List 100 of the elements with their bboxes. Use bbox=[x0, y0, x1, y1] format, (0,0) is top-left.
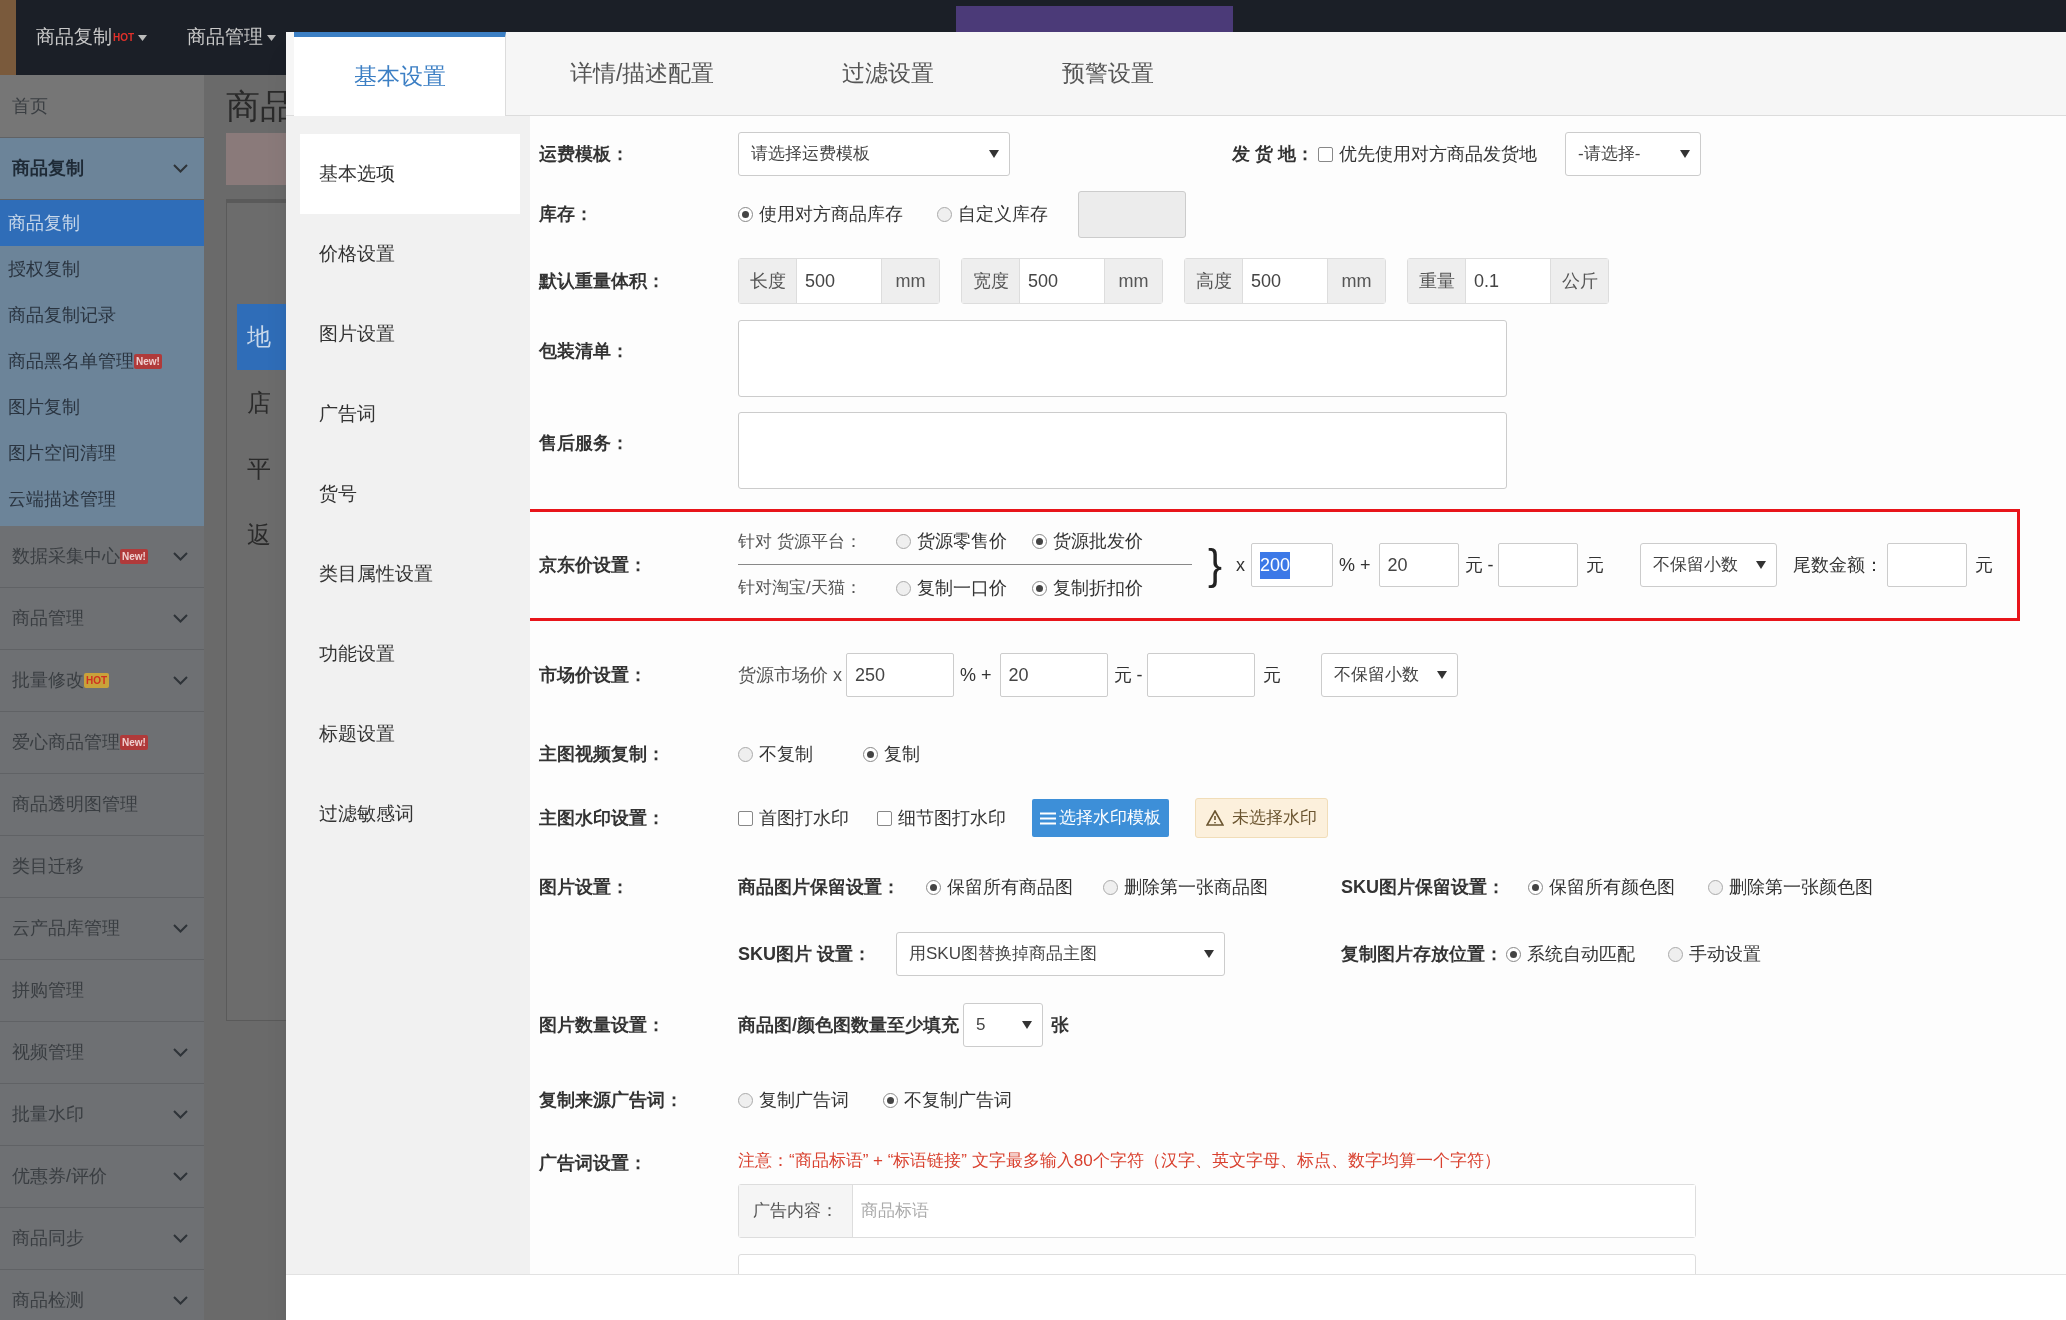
input-field[interactable]: 500 bbox=[1020, 259, 1104, 303]
input-field[interactable] bbox=[1886, 543, 1967, 587]
dropdown[interactable]: 用SKU图替换掉商品主图 bbox=[896, 932, 1225, 976]
checkbox[interactable] bbox=[877, 810, 892, 826]
option-label: 针对 货源平台： bbox=[738, 530, 863, 553]
chevron-down-icon bbox=[173, 676, 188, 685]
label-text: % + bbox=[1339, 553, 1371, 577]
field-label: SKU图片保留设置： bbox=[1341, 875, 1506, 899]
input-field[interactable]: 500 bbox=[1243, 259, 1327, 303]
settings-menu-item[interactable]: 过滤敏感词 bbox=[300, 774, 520, 854]
warning-icon bbox=[1206, 810, 1224, 826]
radio-button[interactable] bbox=[1103, 879, 1118, 895]
input-addon: 广告内容： bbox=[739, 1184, 853, 1237]
dropdown[interactable]: 不保留小数 bbox=[1320, 653, 1458, 697]
input-field[interactable]: 500 bbox=[797, 259, 881, 303]
warning-badge: 未选择水印 bbox=[1195, 798, 1328, 838]
brace-symbol: } bbox=[1208, 544, 1223, 586]
chevron-down-icon bbox=[173, 1110, 188, 1119]
radio-button[interactable] bbox=[896, 534, 911, 549]
field-label: 包装清单： bbox=[539, 340, 630, 363]
radio-button[interactable] bbox=[1528, 879, 1543, 895]
radio-label: 复制广告词 bbox=[759, 1088, 849, 1112]
label-text: 张 bbox=[1051, 1013, 1069, 1037]
dropdown[interactable]: 请选择运费模板 bbox=[738, 132, 1010, 176]
nav-menu[interactable]: 商品管理 bbox=[187, 23, 277, 52]
field-label: 运费模板： bbox=[539, 142, 630, 166]
radio-label: 保留所有颜色图 bbox=[1549, 875, 1675, 899]
radio-label: 使用对方商品库存 bbox=[759, 202, 903, 226]
label-text: 元 - bbox=[1113, 663, 1143, 687]
settings-menu-item[interactable]: 功能设置 bbox=[300, 614, 520, 694]
tab[interactable]: 预警设置 bbox=[998, 32, 1219, 115]
settings-menu-item[interactable]: 价格设置 bbox=[300, 214, 520, 294]
caret-icon bbox=[1436, 671, 1447, 679]
radio-label: 删除第一张颜色图 bbox=[1729, 875, 1873, 899]
radio-button[interactable] bbox=[863, 746, 878, 762]
label-text: 元 - bbox=[1464, 553, 1494, 577]
chevron-down-icon bbox=[173, 1048, 188, 1057]
radio-button[interactable] bbox=[926, 879, 941, 895]
label-text: 货源市场价 x bbox=[738, 663, 842, 687]
radio-button[interactable] bbox=[937, 206, 952, 222]
input-field[interactable]: 20 bbox=[1378, 543, 1459, 587]
radio-button[interactable] bbox=[738, 746, 753, 762]
dropdown[interactable]: 不保留小数 bbox=[1639, 543, 1777, 587]
caret-icon bbox=[1680, 150, 1690, 158]
nav-menu[interactable]: 商品复制HOT bbox=[36, 23, 148, 52]
chevron-down-icon bbox=[173, 614, 188, 623]
dropdown[interactable]: -请选择- bbox=[1565, 132, 1701, 176]
input-field[interactable] bbox=[1146, 653, 1255, 697]
settings-menu-item[interactable]: 标题设置 bbox=[300, 694, 520, 774]
label-text: 尾数金额： bbox=[1792, 553, 1883, 577]
input-addon: 重量 bbox=[1408, 259, 1466, 303]
text-area[interactable] bbox=[738, 412, 1507, 489]
chevron-down-icon bbox=[173, 1234, 188, 1243]
input-field[interactable]: 200 bbox=[1251, 543, 1334, 587]
settings-menu-item[interactable]: 货号 bbox=[300, 454, 520, 534]
settings-menu-item[interactable]: 广告词 bbox=[300, 374, 520, 454]
field-label: 图片设置： bbox=[539, 875, 630, 899]
field-label: 库存： bbox=[539, 202, 594, 226]
radio-button[interactable] bbox=[1708, 879, 1723, 895]
field-label: 市场价设置： bbox=[539, 663, 648, 687]
input-field[interactable]: 250 bbox=[846, 653, 954, 697]
radio-label: 删除第一张商品图 bbox=[1124, 875, 1268, 899]
field-label: 默认重量体积： bbox=[539, 269, 666, 293]
checkbox-label: 细节图打水印 bbox=[898, 806, 1006, 830]
input-field[interactable]: 广告内容： 商品标语 bbox=[738, 1183, 1696, 1238]
label-text: x bbox=[1236, 553, 1246, 577]
radio-button[interactable] bbox=[896, 580, 911, 596]
checkbox[interactable] bbox=[738, 810, 753, 826]
input-field[interactable] bbox=[1497, 543, 1578, 587]
radio-label: 货源批发价 bbox=[1053, 530, 1143, 553]
option-label: 针对淘宝/天猫： bbox=[738, 577, 863, 600]
checkbox-label: 优先使用对方商品发货地 bbox=[1339, 142, 1537, 166]
radio-button[interactable] bbox=[1032, 534, 1047, 549]
radio-button[interactable] bbox=[1668, 946, 1683, 962]
radio-label: 保留所有商品图 bbox=[947, 875, 1073, 899]
radio-button[interactable] bbox=[883, 1092, 898, 1108]
new-label: New! bbox=[120, 549, 148, 564]
label-text: % + bbox=[960, 663, 992, 687]
settings-menu-item[interactable]: 类目属性设置 bbox=[300, 534, 520, 614]
list-icon bbox=[1040, 811, 1056, 825]
settings-menu-item[interactable]: 图片设置 bbox=[300, 294, 520, 374]
sidebar-item[interactable]: 商品复制 bbox=[0, 138, 204, 200]
input-field[interactable]: 20 bbox=[999, 653, 1108, 697]
input-addon: mm bbox=[1104, 259, 1162, 303]
tab[interactable]: 过滤设置 bbox=[778, 32, 999, 115]
input-field[interactable]: 0.1 bbox=[1466, 259, 1550, 303]
text-area[interactable] bbox=[738, 320, 1507, 397]
sidebar-subitem[interactable]: 商品黑名单管理New! bbox=[0, 338, 204, 384]
tab[interactable]: 基本设置 bbox=[294, 32, 506, 116]
radio-button[interactable] bbox=[1506, 946, 1521, 962]
dropdown[interactable]: 5 bbox=[963, 1003, 1043, 1047]
radio-button[interactable] bbox=[738, 206, 753, 222]
radio-button[interactable] bbox=[1032, 580, 1047, 596]
radio-label: 复制折扣价 bbox=[1053, 576, 1143, 600]
sidebar-subitem[interactable]: 商品复制 bbox=[0, 200, 204, 246]
settings-menu-item[interactable]: 基本选项 bbox=[300, 134, 520, 214]
tab[interactable]: 详情/描述配置 bbox=[506, 32, 779, 115]
radio-button[interactable] bbox=[738, 1092, 753, 1108]
checkbox[interactable] bbox=[1318, 146, 1333, 162]
chevron-down-icon bbox=[173, 1172, 188, 1181]
